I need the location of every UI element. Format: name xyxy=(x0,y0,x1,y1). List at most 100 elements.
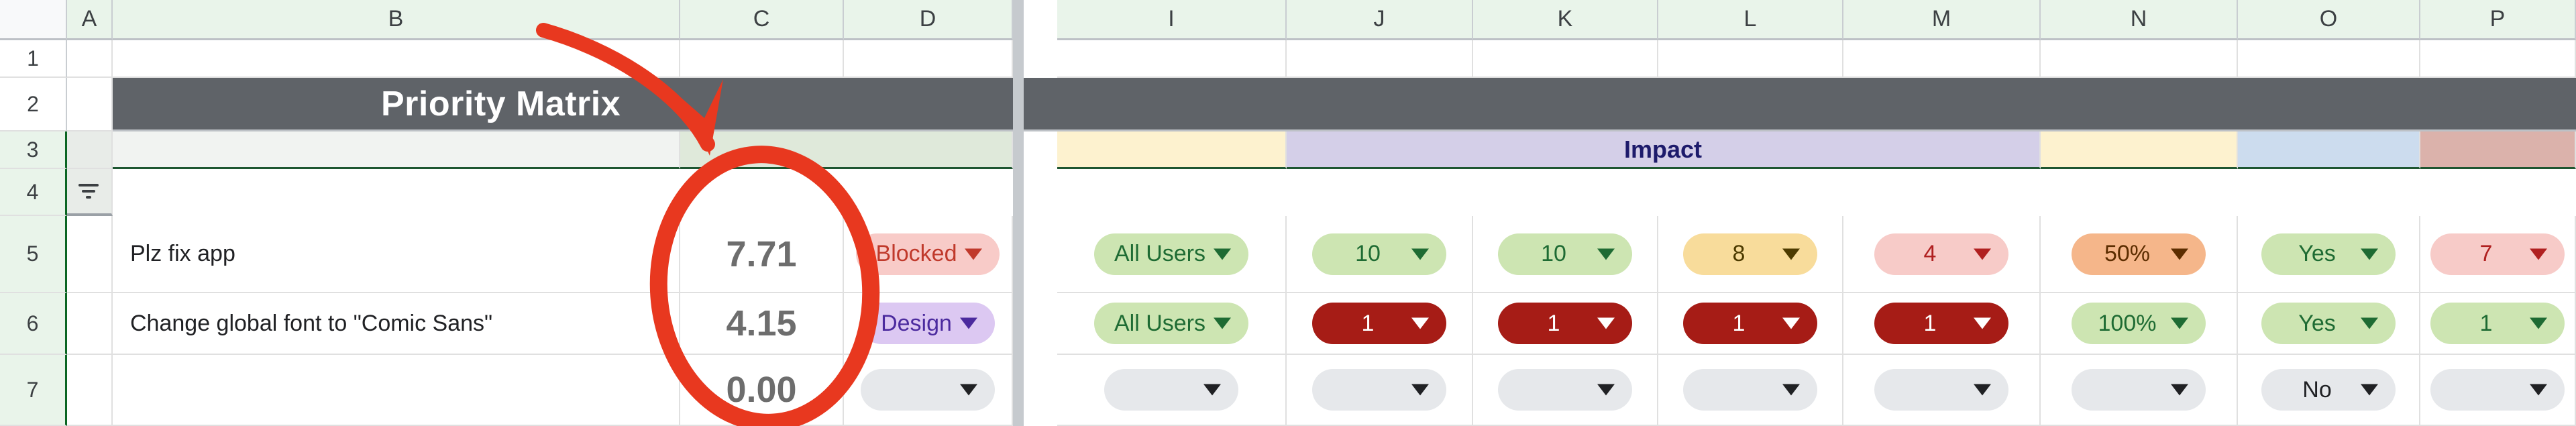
cell-A7[interactable] xyxy=(67,355,113,426)
dropdown-chip-confidence[interactable]: 50% xyxy=(2072,233,2206,275)
chevron-down-icon[interactable] xyxy=(1411,248,1429,260)
cell-K7[interactable] xyxy=(1473,355,1658,426)
dropdown-chip-status[interactable]: Blocked xyxy=(855,233,1000,275)
chevron-down-icon[interactable] xyxy=(1214,317,1232,329)
cell-value-6[interactable]: 4.15 xyxy=(680,293,844,355)
column-header-K[interactable]: K xyxy=(1473,0,1658,40)
dropdown-chip-dev[interactable]: 7 xyxy=(2430,233,2565,275)
chevron-down-icon[interactable] xyxy=(1597,384,1615,396)
column-header-D[interactable]: D xyxy=(844,0,1013,40)
chevron-down-icon[interactable] xyxy=(1597,248,1615,260)
cell-N6[interactable]: 100% xyxy=(2041,293,2238,355)
chevron-down-icon[interactable] xyxy=(1411,384,1429,396)
group-header-blank[interactable] xyxy=(1057,131,1287,169)
cell-K1[interactable] xyxy=(1473,40,1658,78)
dropdown-chip-strategic[interactable]: 10 xyxy=(1312,233,1446,275)
dropdown-chip-reach[interactable]: All Users xyxy=(1093,303,1249,344)
dropdown-chip-mkt-dmnd[interactable]: 1 xyxy=(1874,303,2008,344)
cell-A5[interactable] xyxy=(67,216,113,293)
column-header-L[interactable]: L xyxy=(1658,0,1843,40)
row-header-4[interactable]: 4 xyxy=(0,169,67,216)
row-header-1[interactable]: 1 xyxy=(0,40,67,78)
group-header-impact[interactable]: Impact xyxy=(1287,131,2041,169)
group-header-blank[interactable] xyxy=(2238,131,2420,169)
dropdown-chip-status[interactable] xyxy=(861,369,995,411)
cell-O1[interactable] xyxy=(2238,40,2420,78)
chevron-down-icon[interactable] xyxy=(1974,317,1991,329)
cell-L5[interactable]: 8 xyxy=(1658,216,1843,293)
cell-O6[interactable]: Yes xyxy=(2238,293,2420,355)
chevron-down-icon[interactable] xyxy=(2361,248,2378,260)
column-header-N[interactable]: N xyxy=(2041,0,2238,40)
cell-value-7[interactable]: 0.00 xyxy=(680,355,844,426)
title-banner[interactable]: Priority Matrix xyxy=(113,78,2576,131)
dropdown-chip-objective[interactable] xyxy=(1498,369,1632,411)
cell-D5[interactable]: Blocked xyxy=(844,216,1013,293)
cell-M5[interactable]: 4 xyxy=(1843,216,2041,293)
chevron-down-icon[interactable] xyxy=(1782,248,1800,260)
row-header-2[interactable]: 2 xyxy=(0,78,67,131)
cell-P1[interactable] xyxy=(2420,40,2576,78)
cell-D7[interactable] xyxy=(844,355,1013,426)
dropdown-chip-key-acct[interactable]: No xyxy=(2261,369,2396,411)
cell-O5[interactable]: Yes xyxy=(2238,216,2420,293)
dropdown-chip-strategic[interactable] xyxy=(1312,369,1446,411)
field-header-blank[interactable] xyxy=(67,169,113,216)
column-header-M[interactable]: M xyxy=(1843,0,2041,40)
chevron-down-icon[interactable] xyxy=(1782,317,1800,329)
cell-K6[interactable]: 1 xyxy=(1473,293,1658,355)
column-header-O[interactable]: O xyxy=(2238,0,2420,40)
chevron-down-icon[interactable] xyxy=(2171,317,2188,329)
dropdown-chip-financial[interactable]: 1 xyxy=(1683,303,1817,344)
dropdown-chip-mkt-dmnd[interactable] xyxy=(1874,369,2008,411)
cell-B1[interactable] xyxy=(113,40,680,78)
cell-I1[interactable] xyxy=(1057,40,1287,78)
chevron-down-icon[interactable] xyxy=(1597,317,1615,329)
cell-L1[interactable] xyxy=(1658,40,1843,78)
dropdown-chip-key-acct[interactable]: Yes xyxy=(2261,233,2396,275)
chevron-down-icon[interactable] xyxy=(960,317,977,329)
dropdown-chip-strategic[interactable]: 1 xyxy=(1312,303,1446,344)
chevron-down-icon[interactable] xyxy=(1974,248,1991,260)
cell-L6[interactable]: 1 xyxy=(1658,293,1843,355)
dropdown-chip-objective[interactable]: 1 xyxy=(1498,303,1632,344)
column-header-I[interactable]: I xyxy=(1057,0,1287,40)
chevron-down-icon[interactable] xyxy=(2361,317,2378,329)
column-header-C[interactable]: C xyxy=(680,0,844,40)
cell-P5[interactable]: 7 xyxy=(2420,216,2576,293)
frozen-pane-divider[interactable] xyxy=(1013,0,1024,426)
dropdown-chip-mkt-dmnd[interactable]: 4 xyxy=(1874,233,2008,275)
dropdown-chip-status[interactable]: Design xyxy=(861,303,995,344)
dropdown-chip-confidence[interactable]: 100% xyxy=(2072,303,2206,344)
cell-J1[interactable] xyxy=(1287,40,1473,78)
dropdown-chip-financial[interactable] xyxy=(1683,369,1817,411)
cell-D1[interactable] xyxy=(844,40,1013,78)
filter-icon[interactable] xyxy=(75,178,102,205)
cell-I5[interactable]: All Users xyxy=(1057,216,1287,293)
cell-J5[interactable]: 10 xyxy=(1287,216,1473,293)
chevron-down-icon[interactable] xyxy=(2530,248,2547,260)
dropdown-chip-reach[interactable]: All Users xyxy=(1093,233,1249,275)
dropdown-chip-key-acct[interactable]: Yes xyxy=(2261,303,2396,344)
chevron-down-icon[interactable] xyxy=(1782,384,1800,396)
column-header-P[interactable]: P xyxy=(2420,0,2576,40)
chevron-down-icon[interactable] xyxy=(1974,384,1991,396)
row-header-5[interactable]: 5 xyxy=(0,216,67,293)
group-header-blank[interactable] xyxy=(680,131,1013,169)
group-header-blank[interactable] xyxy=(2041,131,2238,169)
dropdown-chip-objective[interactable]: 10 xyxy=(1498,233,1632,275)
chevron-down-icon[interactable] xyxy=(1214,248,1232,260)
dropdown-chip-confidence[interactable] xyxy=(2072,369,2206,411)
chevron-down-icon[interactable] xyxy=(2530,317,2547,329)
cell-A6[interactable] xyxy=(67,293,113,355)
row-header-6[interactable]: 6 xyxy=(0,293,67,355)
select-all-corner[interactable] xyxy=(0,0,67,40)
cell-D6[interactable]: Design xyxy=(844,293,1013,355)
chevron-down-icon[interactable] xyxy=(2361,384,2378,396)
cell-A3[interactable] xyxy=(67,131,113,169)
column-header-A[interactable]: A xyxy=(67,0,113,40)
cell-I6[interactable]: All Users xyxy=(1057,293,1287,355)
cell-J6[interactable]: 1 xyxy=(1287,293,1473,355)
cell-I7[interactable] xyxy=(1057,355,1287,426)
cell-O7[interactable]: No xyxy=(2238,355,2420,426)
